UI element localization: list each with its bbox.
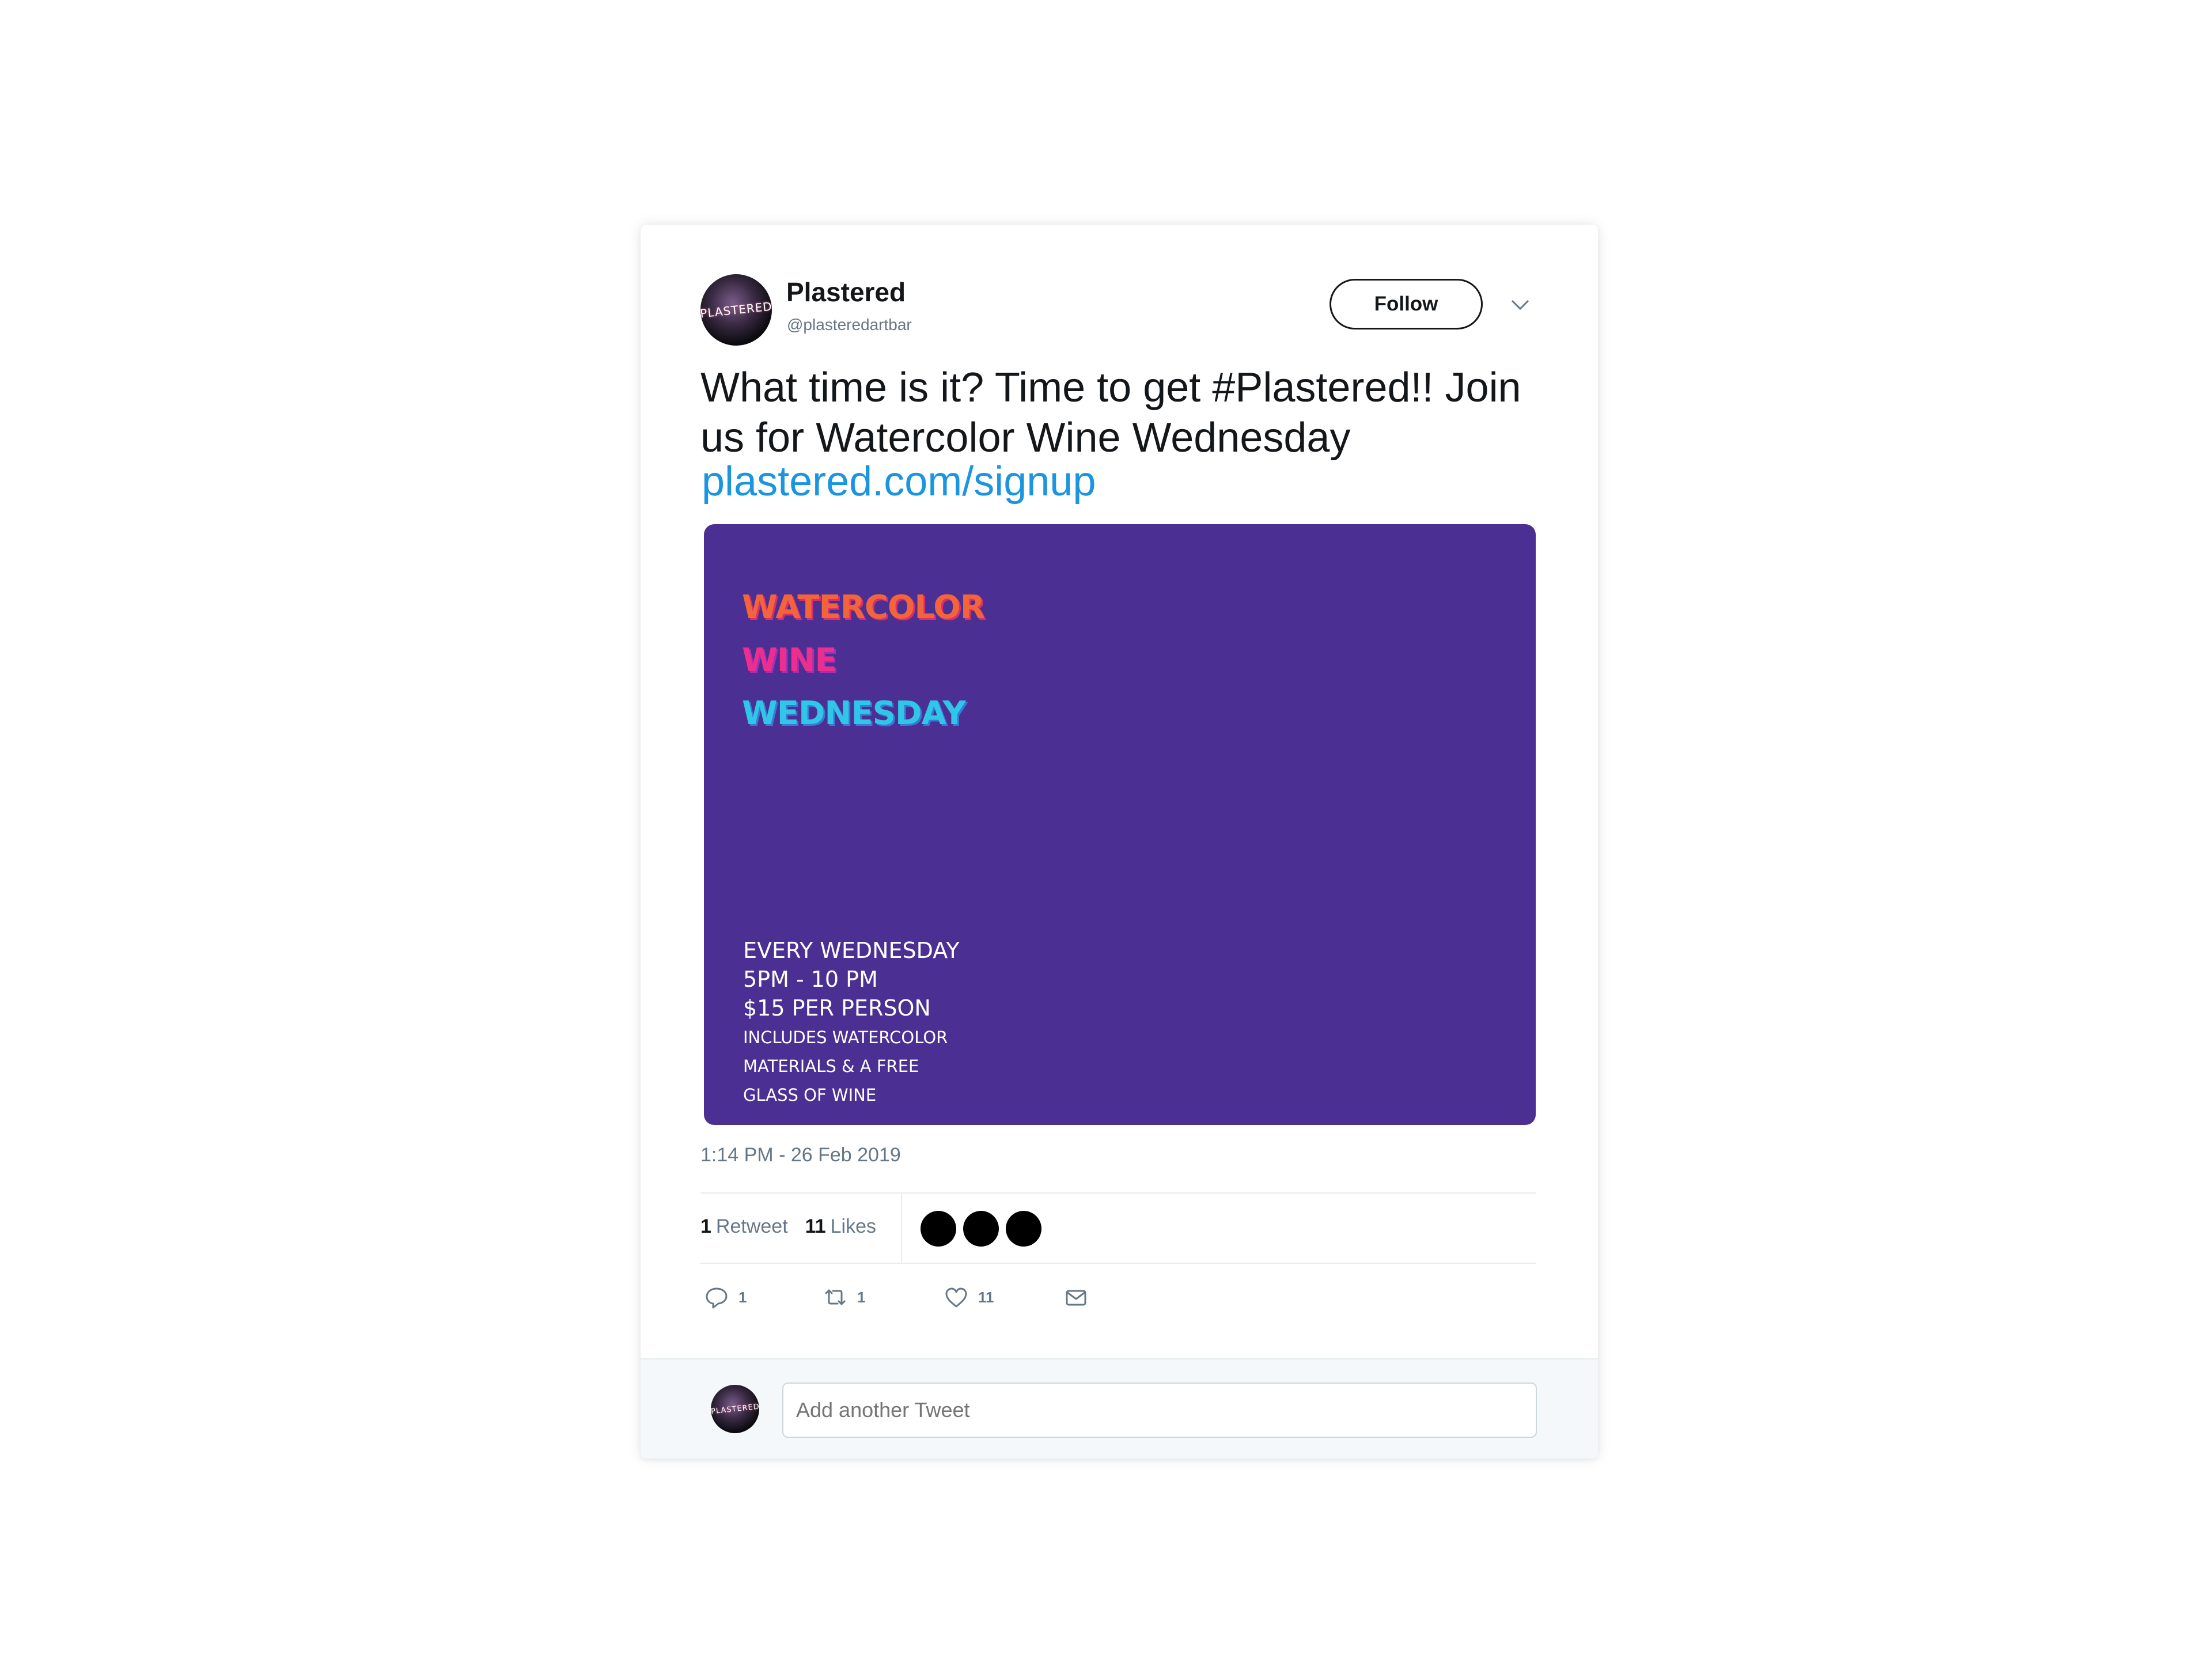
- avatar-logo-text: PLASTERED: [700, 299, 772, 321]
- tweet-link[interactable]: plastered.com/signup: [702, 458, 1096, 505]
- liker-avatar[interactable]: [1006, 1211, 1041, 1247]
- like-stat-count: 11: [805, 1215, 826, 1237]
- heart-icon: [945, 1287, 967, 1308]
- retweet-stat-count: 1: [700, 1215, 711, 1237]
- media-detail-time: 5PM - 10 PM: [743, 967, 878, 992]
- liker-avatar[interactable]: [921, 1211, 956, 1247]
- avatar-logo-text: PLASTERED: [711, 1402, 759, 1416]
- reply-count: 1: [738, 1288, 747, 1306]
- media-fine-print-line-1: INCLUDES WATERCOLOR: [743, 1028, 948, 1047]
- follow-button[interactable]: Follow: [1330, 279, 1483, 329]
- like-button[interactable]: 11: [944, 1285, 994, 1310]
- media-headline-line-3: WEDNESDAY: [742, 695, 966, 732]
- media-detail-price: $15 PER PERSON: [743, 995, 931, 1021]
- media-headline-line-2: WINE: [742, 642, 837, 679]
- like-stat[interactable]: 11 Likes: [805, 1215, 876, 1238]
- divider: [700, 1192, 1536, 1194]
- like-stat-label: Likes: [830, 1215, 876, 1237]
- divider: [700, 1263, 1536, 1264]
- envelope-icon: [1066, 1290, 1086, 1306]
- direct-message-button[interactable]: [1063, 1285, 1089, 1310]
- account-name[interactable]: Plastered: [786, 276, 906, 308]
- tweet-text: What time is it? Time to get #Plastered!…: [700, 365, 1521, 461]
- current-user-avatar[interactable]: PLASTERED: [711, 1385, 759, 1433]
- media-fine-print-line-2: MATERIALS & A FREE: [743, 1056, 919, 1076]
- media-detail-schedule: EVERY WEDNESDAY: [743, 938, 960, 963]
- retweet-count: 1: [857, 1288, 866, 1306]
- account-avatar[interactable]: PLASTERED: [700, 274, 772, 346]
- tweet-stats: 1 Retweet 11 Likes: [700, 1215, 876, 1238]
- reply-input[interactable]: [782, 1382, 1537, 1438]
- tweet-media-image[interactable]: WATERCOLOR WINE WEDNESDAY EVERY WEDNESDA…: [704, 524, 1536, 1125]
- reply-composer: PLASTERED: [641, 1358, 1598, 1459]
- retweet-stat-label: Retweet: [715, 1215, 788, 1237]
- like-count: 11: [978, 1288, 994, 1306]
- retweet-stat[interactable]: 1 Retweet: [700, 1215, 788, 1238]
- retweet-button[interactable]: 1: [823, 1285, 865, 1310]
- chevron-down-icon[interactable]: [1510, 298, 1530, 311]
- liker-avatars: [921, 1211, 1041, 1247]
- media-fine-print-line-3: GLASS OF WINE: [743, 1085, 877, 1105]
- tweet-timestamp[interactable]: 1:14 PM - 26 Feb 2019: [700, 1144, 901, 1166]
- media-headline-line-1: WATERCOLOR: [742, 589, 985, 626]
- retweet-icon: [825, 1289, 846, 1305]
- reply-icon: [706, 1287, 728, 1309]
- tweet-card: PLASTERED Plastered @plasteredartbar Fol…: [641, 225, 1598, 1459]
- liker-avatar[interactable]: [963, 1211, 999, 1247]
- account-handle[interactable]: @plasteredartbar: [787, 316, 912, 334]
- stats-divider: [901, 1194, 902, 1263]
- reply-button[interactable]: 1: [704, 1285, 747, 1310]
